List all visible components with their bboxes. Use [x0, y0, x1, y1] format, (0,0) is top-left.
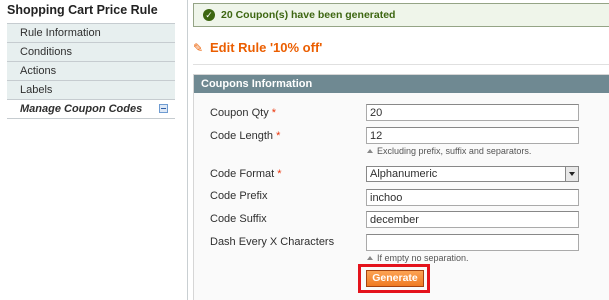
- page-title-text: Edit Rule '10% off': [210, 40, 323, 55]
- note-text: Excluding prefix, suffix and separators.: [377, 146, 532, 156]
- note-text: If empty no separation.: [377, 253, 469, 263]
- fieldset-header: Coupons Information: [194, 75, 609, 93]
- code-suffix-input[interactable]: [366, 211, 579, 228]
- required-mark: *: [276, 130, 281, 142]
- main-content: ✓ 20 Coupon(s) have been generated ✎ Edi…: [193, 0, 609, 300]
- code-length-note: Excluding prefix, suffix and separators.: [367, 146, 531, 156]
- label-text: Code Length: [210, 130, 273, 142]
- sidebar-title: Shopping Cart Price Rule: [7, 3, 158, 17]
- code-length-label: Code Length *: [210, 130, 280, 142]
- dash-every-label: Dash Every X Characters: [210, 236, 335, 248]
- tab-label: Manage Coupon Codes: [20, 103, 143, 115]
- note-arrow-icon: [367, 256, 373, 260]
- generate-button[interactable]: Generate: [366, 270, 424, 287]
- success-check-icon: ✓: [203, 9, 215, 21]
- tab-conditions[interactable]: Conditions: [7, 43, 175, 62]
- required-mark: *: [271, 107, 277, 119]
- tab-manage-coupon-codes[interactable]: Manage Coupon Codes: [7, 100, 175, 119]
- collapse-icon[interactable]: [159, 104, 168, 113]
- success-message: ✓ 20 Coupon(s) have been generated: [193, 3, 609, 27]
- label-text: Coupon Qty: [210, 107, 269, 119]
- dash-every-input[interactable]: [366, 234, 579, 251]
- code-prefix-input[interactable]: [366, 189, 579, 206]
- chevron-down-icon[interactable]: [565, 167, 578, 181]
- edit-rule-icon: ✎: [193, 41, 204, 55]
- required-mark: *: [277, 168, 282, 180]
- label-text: Code Format: [210, 168, 275, 180]
- tab-labels[interactable]: Labels: [7, 81, 175, 100]
- success-text: 20 Coupon(s) have been generated: [221, 9, 396, 21]
- code-suffix-label: Code Suffix: [210, 213, 267, 225]
- coupon-qty-input[interactable]: [366, 104, 579, 121]
- sidebar-tabs: Rule Information Conditions Actions Labe…: [7, 23, 175, 119]
- divider: [187, 0, 188, 300]
- code-format-value: Alphanumeric: [370, 168, 438, 180]
- code-format-select[interactable]: Alphanumeric: [366, 166, 579, 182]
- sidebar: Shopping Cart Price Rule Rule Informatio…: [0, 0, 175, 300]
- coupon-qty-label: Coupon Qty *: [210, 107, 276, 119]
- note-arrow-icon: [367, 149, 373, 153]
- code-format-label: Code Format *: [210, 168, 282, 180]
- code-prefix-label: Code Prefix: [210, 190, 268, 202]
- tab-actions[interactable]: Actions: [7, 62, 175, 81]
- header-divider: [193, 64, 609, 65]
- dash-every-note: If empty no separation.: [367, 253, 469, 263]
- tab-rule-information[interactable]: Rule Information: [7, 24, 175, 43]
- code-length-input[interactable]: [366, 127, 579, 144]
